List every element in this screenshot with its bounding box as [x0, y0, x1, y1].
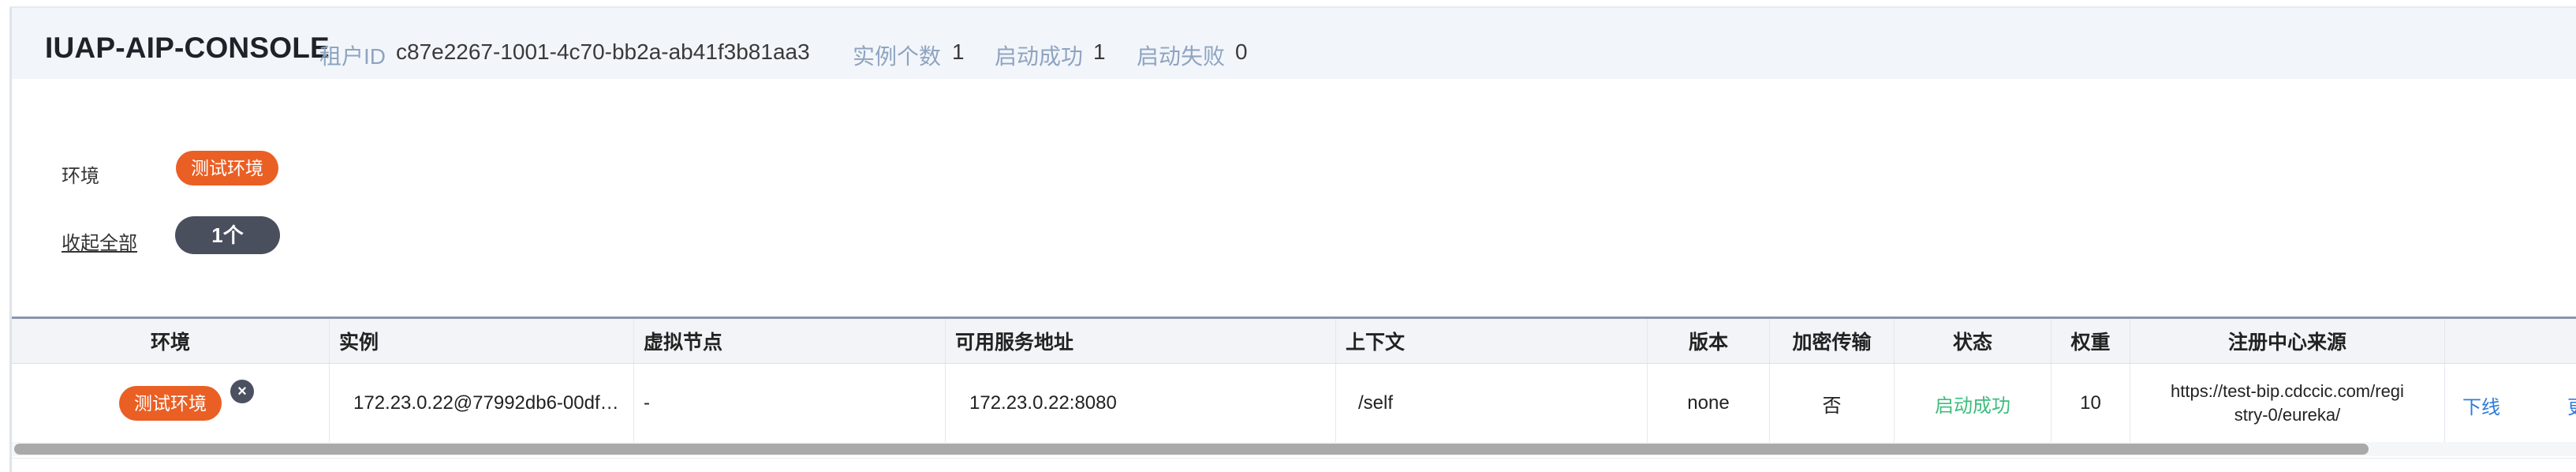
column-header-service-address: 可用服务地址	[946, 319, 1336, 363]
row-env-tag: 测试环境	[119, 386, 222, 421]
column-header-instance: 实例	[330, 319, 634, 363]
app-title: IUAP-AIP-CONSOLE	[45, 32, 330, 64]
cell-weight: 10	[2051, 364, 2130, 443]
column-header-encrypted: 加密传输	[1770, 319, 1895, 363]
column-header-weight: 权重	[2051, 319, 2130, 363]
start-fail-value: 0	[1235, 39, 1248, 64]
offline-link[interactable]: 下线	[2462, 391, 2500, 419]
header-bar: IUAP-AIP-CONSOLE 租户ID c87e2267-1001-4c70…	[12, 8, 2576, 79]
column-header-version: 版本	[1648, 319, 1770, 363]
cell-context: /self	[1336, 364, 1648, 443]
instance-count-pill[interactable]: 1个	[175, 216, 280, 254]
cell-actions: 下线 更	[2445, 364, 2576, 443]
table-bottom-border	[12, 458, 2576, 459]
tenant-id-label: 租户ID	[319, 44, 386, 69]
cell-version: none	[1648, 364, 1770, 443]
tenant-id-value: c87e2267-1001-4c70-bb2a-ab41f3b81aa3	[396, 39, 810, 64]
cell-encrypted: 否	[1770, 364, 1895, 443]
env-filter-tag[interactable]: 测试环境	[176, 151, 278, 185]
table-header: 环境 实例 虚拟节点 可用服务地址 上下文 版本 加密传输 状态 权重 注册中心…	[12, 319, 2576, 364]
instance-count-value: 1	[952, 39, 965, 64]
cell-service-address: 172.23.0.22:8080	[946, 364, 1336, 443]
start-success-label: 启动成功	[995, 44, 1084, 69]
collapse-all-link[interactable]: 收起全部	[62, 227, 137, 255]
instance-count-label: 实例个数	[853, 44, 942, 69]
column-header-virtual-node: 虚拟节点	[634, 319, 946, 363]
table-row: 测试环境 × 172.23.0.22@77992db6-00df… - 172.…	[12, 364, 2576, 443]
more-link[interactable]: 更	[2567, 391, 2576, 419]
cell-virtual-node: -	[634, 364, 946, 443]
cell-env: 测试环境 ×	[12, 364, 330, 443]
registry-url-line2: stry-0/eureka/	[2234, 405, 2341, 425]
cell-instance[interactable]: 172.23.0.22@77992db6-00df…	[330, 364, 634, 443]
registry-url-line1: https://test-bip.cdccic.com/regi	[2171, 381, 2404, 401]
console-app: IUAP-AIP-CONSOLE 租户ID c87e2267-1001-4c70…	[0, 0, 2576, 472]
cell-registry: https://test-bip.cdccic.com/regi stry-0/…	[2130, 364, 2445, 443]
column-header-env: 环境	[12, 319, 330, 363]
horizontal-scrollbar-thumb[interactable]	[14, 444, 2369, 455]
start-success-value: 1	[1093, 39, 1106, 64]
close-icon[interactable]: ×	[230, 380, 254, 403]
env-filter-label: 环境	[62, 166, 99, 187]
column-header-actions	[2445, 319, 2576, 363]
column-header-context: 上下文	[1336, 319, 1648, 363]
start-fail-label: 启动失败	[1137, 44, 1226, 69]
cell-status: 启动成功	[1895, 364, 2051, 443]
column-header-registry: 注册中心来源	[2130, 319, 2445, 363]
column-header-status: 状态	[1895, 319, 2051, 363]
